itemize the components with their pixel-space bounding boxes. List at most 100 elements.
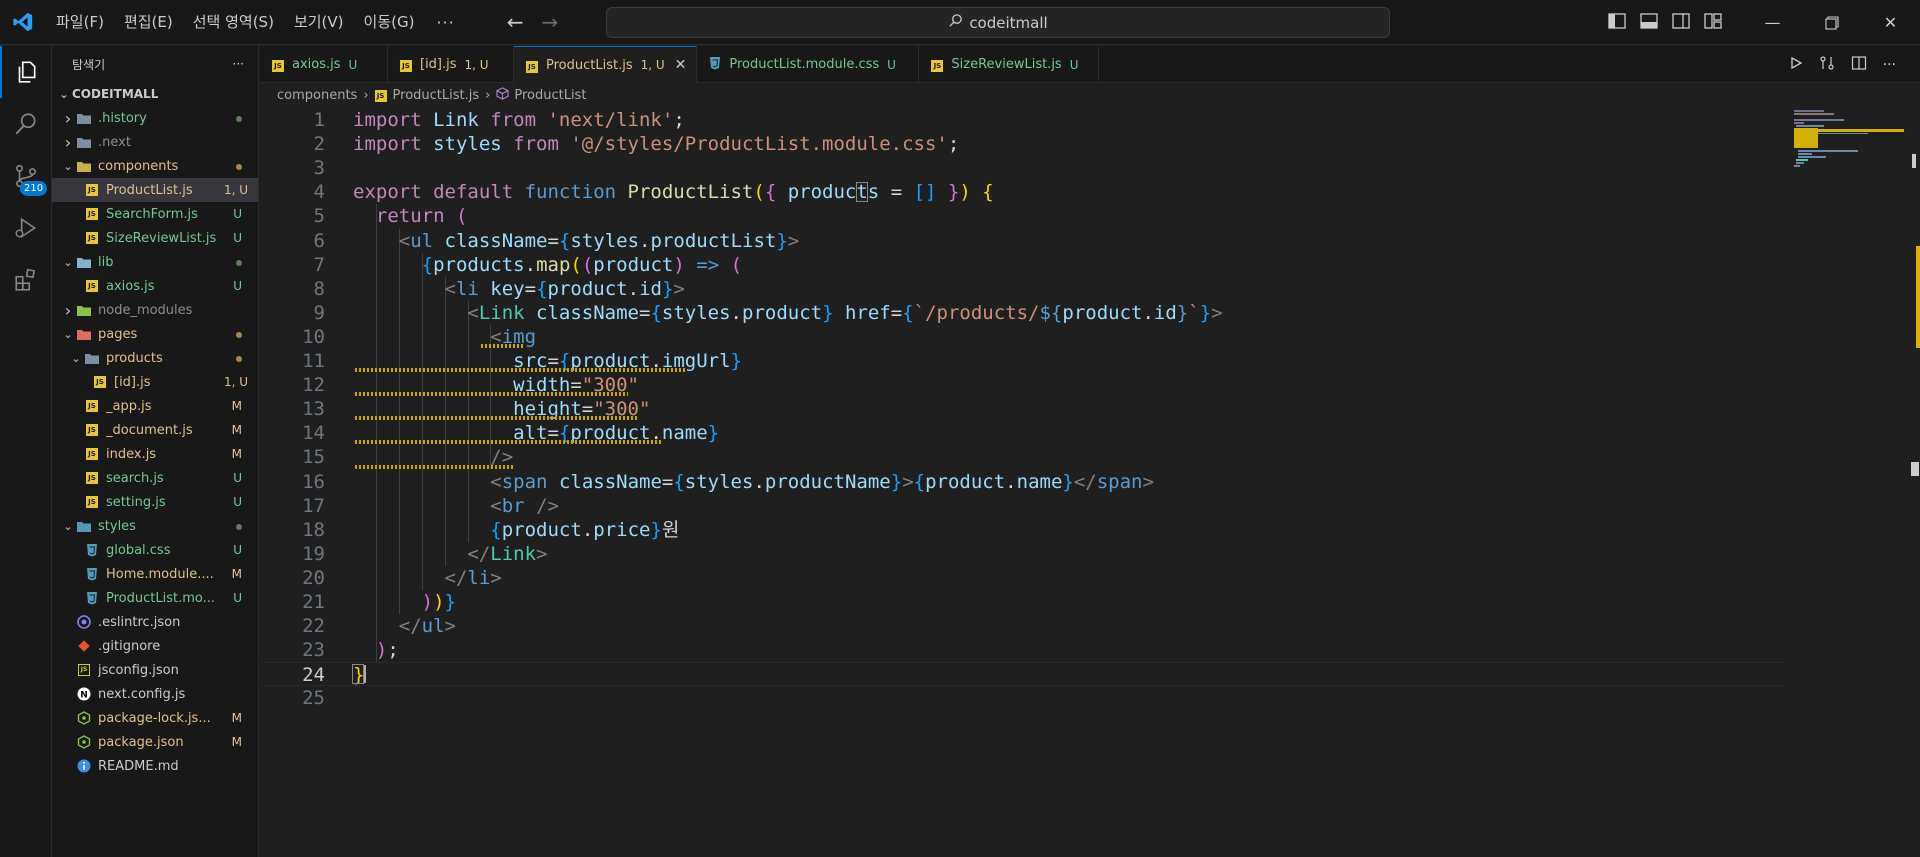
command-center-search[interactable]: codeitmall xyxy=(606,7,1390,38)
menu-more-button[interactable]: ··· xyxy=(424,0,466,45)
more-actions-icon[interactable]: ··· xyxy=(1883,57,1896,73)
file-item[interactable]: Home.module.... M xyxy=(52,562,258,586)
folder-item[interactable]: › .next xyxy=(52,130,258,154)
file-item[interactable]: README.md xyxy=(52,754,258,778)
close-tab-icon[interactable]: ✕ xyxy=(675,57,687,73)
code-token: </ xyxy=(398,615,422,638)
code-line[interactable]: 8 <li key={product.id}> xyxy=(260,277,1786,301)
folder-item[interactable]: ⌄ lib xyxy=(52,250,258,274)
breadcrumb-file[interactable]: ProductList.js xyxy=(393,88,480,103)
forward-arrow-icon[interactable]: → xyxy=(541,10,558,34)
file-item[interactable]: JS axios.js U xyxy=(52,274,258,298)
code-line[interactable]: 19 </Link> xyxy=(260,542,1786,566)
search-view-icon[interactable] xyxy=(0,98,52,150)
file-item[interactable]: JS ProductList.js 1, U xyxy=(52,178,258,202)
compare-changes-icon[interactable] xyxy=(1819,55,1835,75)
file-item[interactable]: JS _document.js M xyxy=(52,418,258,442)
file-name: index.js xyxy=(106,446,157,462)
file-item[interactable]: JS index.js M xyxy=(52,442,258,466)
file-item[interactable]: .eslintrc.json xyxy=(52,610,258,634)
code-line[interactable]: 18 {product.price}원 xyxy=(260,518,1786,542)
code-line[interactable]: 24} xyxy=(260,662,1786,687)
code-line[interactable]: 6 <ul className={styles.productList}> xyxy=(260,229,1786,253)
line-number: 20 xyxy=(302,566,325,589)
folder-item[interactable]: ⌄ pages xyxy=(52,322,258,346)
split-editor-icon[interactable] xyxy=(1851,55,1867,75)
breadcrumb-symbol[interactable]: ProductList xyxy=(514,88,586,103)
code-line[interactable]: 20 </li> xyxy=(260,566,1786,590)
breadcrumb-folder[interactable]: components xyxy=(277,88,357,103)
code-token: styles xyxy=(433,133,514,156)
folder-item[interactable]: ⌄ styles xyxy=(52,514,258,538)
explorer-sidebar: 탐색기 ··· ⌄ CODEITMALL › .history › .next ⌄ com… xyxy=(52,46,259,857)
code-line[interactable]: 23 ); xyxy=(260,638,1786,662)
file-item[interactable]: JS SearchForm.js U xyxy=(52,202,258,226)
file-item[interactable]: Nnext.config.js xyxy=(52,682,258,706)
extensions-icon[interactable] xyxy=(0,254,52,306)
toggle-secondary-sidebar-icon[interactable] xyxy=(1672,12,1690,33)
code-editor[interactable]: 1 import Link from 'next/link'; 2 import st… xyxy=(260,108,1920,857)
tab-axios-js[interactable]: JS axios.js U xyxy=(260,46,388,83)
file-item[interactable]: JS [id].js 1, U xyxy=(52,370,258,394)
code-line[interactable]: 17 <br /> xyxy=(260,494,1786,518)
tab-productlist-js[interactable]: JS ProductList.js 1, U ✕ xyxy=(514,46,698,83)
code-text: ); xyxy=(353,638,399,662)
customize-layout-icon[interactable] xyxy=(1704,12,1722,33)
code-token: /> xyxy=(536,494,559,517)
menu-selection[interactable]: 선택 영역(S) xyxy=(183,0,284,45)
folder-item[interactable]: ⌄ products xyxy=(52,346,258,370)
tab-id-js[interactable]: JS [id].js 1, U xyxy=(388,46,514,83)
file-item[interactable]: JS search.js U xyxy=(52,466,258,490)
code-line[interactable]: 5 return ( xyxy=(260,204,1786,228)
code-token: Link xyxy=(478,301,537,324)
file-item[interactable]: JS jsconfig.json xyxy=(52,658,258,682)
code-line[interactable]: 25 xyxy=(260,686,1786,710)
source-control-icon[interactable]: 210 xyxy=(0,150,52,202)
code-line[interactable]: 1 import Link from 'next/link'; xyxy=(260,108,1786,132)
run-debug-icon[interactable] xyxy=(0,202,52,254)
run-icon[interactable] xyxy=(1789,55,1803,74)
workspace-root[interactable]: ⌄ CODEITMALL xyxy=(52,82,258,106)
code-line[interactable]: 3 xyxy=(260,156,1786,180)
minimize-window-icon[interactable]: — xyxy=(1743,0,1802,45)
file-item[interactable]: package-lock.js... M xyxy=(52,706,258,730)
folder-open-icon xyxy=(84,351,100,365)
code-line[interactable]: 7 {products.map((product) => ( xyxy=(260,253,1786,277)
code-line[interactable]: 21 ))} xyxy=(260,590,1786,614)
tab-productlist-module-css[interactable]: ProductList.module.css U xyxy=(697,46,920,83)
folder-item[interactable]: › .history xyxy=(52,106,258,130)
menu-file[interactable]: 파일(F) xyxy=(46,0,114,45)
scrollbar-thumb[interactable] xyxy=(1916,246,1920,348)
file-item[interactable]: JS _app.js M xyxy=(52,394,258,418)
code-line[interactable]: 2 import styles from '@/styles/ProductLis… xyxy=(260,132,1786,156)
code-line[interactable]: 4 export default function ProductList({ p… xyxy=(260,180,1786,204)
file-item[interactable]: JS SizeReviewList.js U xyxy=(52,226,258,250)
file-item[interactable]: package.json M xyxy=(52,730,258,754)
tab-sizereviewlist-js[interactable]: JS SizeReviewList.js U xyxy=(919,46,1100,83)
menu-edit[interactable]: 편집(E) xyxy=(114,0,183,45)
toggle-panel-icon[interactable] xyxy=(1640,12,1658,33)
explorer-more-button[interactable]: ··· xyxy=(233,57,244,71)
file-item[interactable]: JS setting.js U xyxy=(52,490,258,514)
menu-view[interactable]: 보기(V) xyxy=(284,0,354,45)
code-line[interactable]: 22 </ul> xyxy=(260,614,1786,638)
file-item[interactable]: ProductList.mo... U xyxy=(52,586,258,610)
explorer-icon[interactable] xyxy=(0,46,52,98)
code-line[interactable]: 16 <span className={styles.productName}>… xyxy=(260,470,1786,494)
minimap[interactable] xyxy=(1792,108,1910,857)
toggle-primary-sidebar-icon[interactable] xyxy=(1608,12,1626,33)
folder-item[interactable]: › node_modules xyxy=(52,298,258,322)
code-token: . xyxy=(581,518,594,541)
code-token: } xyxy=(730,350,742,372)
back-arrow-icon[interactable]: ← xyxy=(507,10,524,34)
close-window-icon[interactable]: ✕ xyxy=(1861,0,1920,45)
file-item[interactable]: global.css U xyxy=(52,538,258,562)
code-token: = xyxy=(639,301,651,324)
menu-go[interactable]: 이동(G) xyxy=(354,0,425,45)
file-item[interactable]: .gitignore xyxy=(52,634,258,658)
restore-window-icon[interactable] xyxy=(1802,0,1861,45)
code-line[interactable]: 9 <Link className={styles.product} href=… xyxy=(260,301,1786,325)
folder-item[interactable]: ⌄ components xyxy=(52,154,258,178)
code-token: 'next/link' xyxy=(547,109,674,131)
vertical-scrollbar[interactable] xyxy=(1910,108,1920,857)
